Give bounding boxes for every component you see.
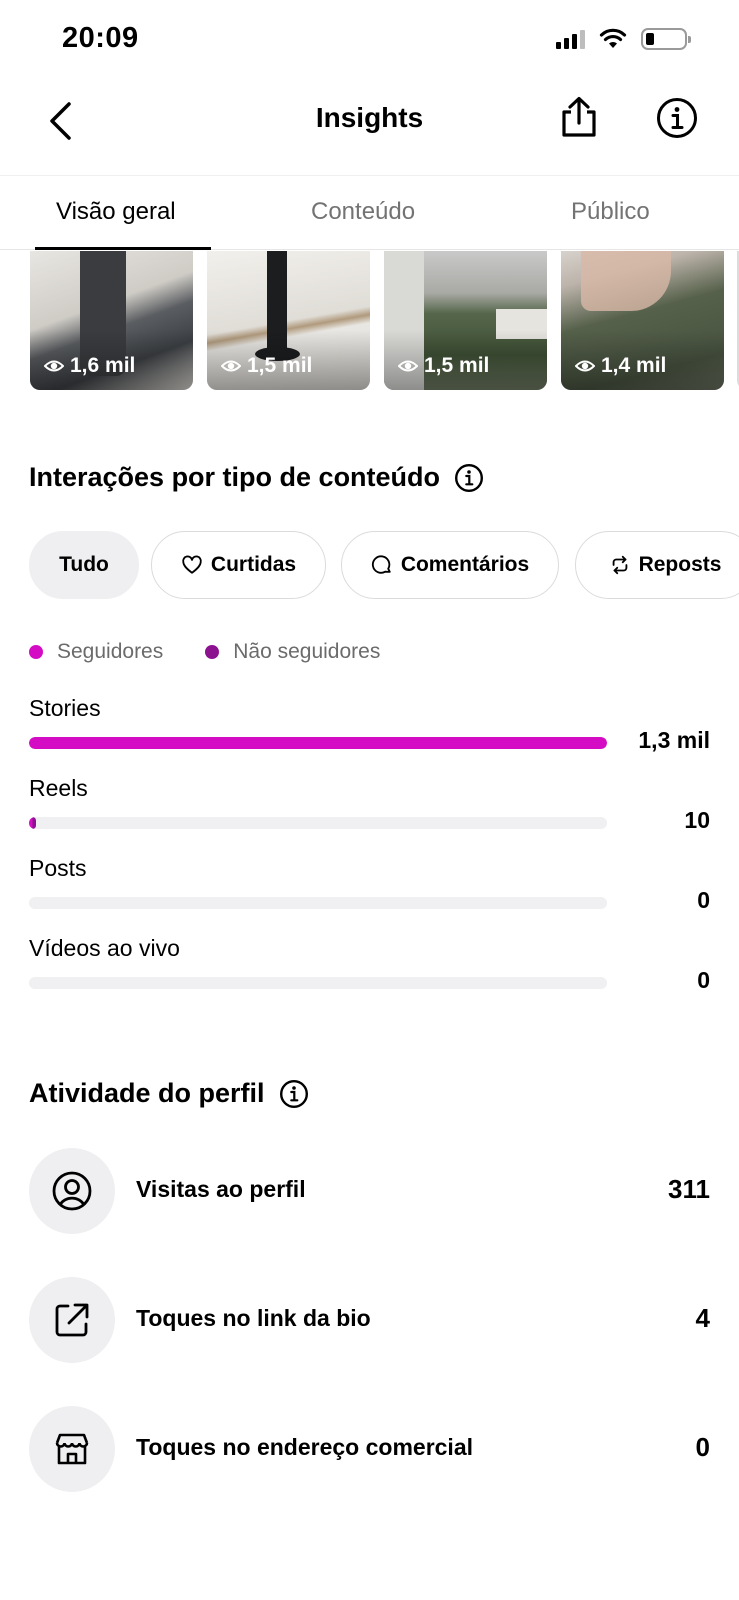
active-tab-indicator bbox=[35, 247, 211, 250]
external-link-icon bbox=[29, 1277, 115, 1363]
bar-track bbox=[29, 977, 607, 989]
storefront-icon bbox=[29, 1406, 115, 1492]
activity-value: 311 bbox=[668, 1174, 710, 1204]
wifi-icon bbox=[599, 28, 627, 48]
info-icon[interactable] bbox=[454, 463, 484, 493]
user-circle-icon bbox=[29, 1148, 115, 1234]
thumbnail-views-value: 1,5 mil bbox=[424, 354, 490, 377]
legend-dot bbox=[29, 645, 43, 659]
content-thumbnail[interactable]: 1,4 mil bbox=[561, 251, 724, 390]
comment-icon bbox=[371, 555, 391, 574]
filter-chip-likes[interactable]: Curtidas bbox=[151, 531, 326, 599]
eye-icon bbox=[44, 360, 64, 372]
repost-icon bbox=[612, 555, 627, 575]
bar-fill bbox=[29, 737, 607, 749]
thumbnail-views-value: 1,6 mil bbox=[70, 354, 136, 377]
interactions-title: Interações por tipo de conteúdo bbox=[29, 462, 441, 492]
header: Insights bbox=[0, 80, 739, 175]
bar-row-stories: Stories 1,3 mil bbox=[29, 695, 710, 775]
legend-item-followers: Seguidores bbox=[29, 640, 163, 664]
content-thumbnails: 1,6 mil 1,5 mil 1,5 mil 1,4 mil bbox=[0, 251, 739, 391]
bar-label: Stories bbox=[29, 695, 101, 721]
bar-value: 1,3 mil bbox=[638, 727, 710, 753]
activity-row-business-address-taps[interactable]: Toques no endereço comercial 0 bbox=[29, 1406, 710, 1492]
signal-icon bbox=[556, 29, 585, 49]
thumbnail-views-value: 1,4 mil bbox=[601, 354, 667, 377]
share-icon bbox=[562, 96, 596, 137]
bar-value: 0 bbox=[697, 887, 710, 913]
status-time: 20:09 bbox=[62, 22, 139, 54]
info-button[interactable] bbox=[652, 93, 702, 143]
thumbnail-views-value: 1,5 mil bbox=[247, 354, 313, 377]
legend-label: Seguidores bbox=[57, 640, 164, 663]
heart-icon bbox=[182, 555, 202, 574]
bar-value: 0 bbox=[697, 967, 710, 993]
info-icon bbox=[657, 98, 697, 138]
activity-label: Toques no endereço comercial bbox=[136, 1434, 474, 1460]
legend-item-non-followers: Não seguidores bbox=[205, 640, 380, 664]
activity-label: Visitas ao perfil bbox=[136, 1176, 306, 1202]
profile-activity-title: Atividade do perfil bbox=[29, 1078, 265, 1108]
chip-label: Tudo bbox=[59, 553, 109, 576]
thumbnail-views: 1,6 mil bbox=[44, 354, 135, 378]
content-thumbnail[interactable]: 1,5 mil bbox=[384, 251, 547, 390]
thumbnail-views: 1,5 mil bbox=[221, 354, 312, 378]
battery-icon bbox=[641, 28, 691, 50]
thumbnail-views: 1,5 mil bbox=[398, 354, 489, 378]
content-thumbnail[interactable]: 1,5 mil bbox=[207, 251, 370, 390]
bar-row-live-videos: Vídeos ao vivo 0 bbox=[29, 935, 710, 1015]
chip-label: Comentários bbox=[400, 553, 530, 576]
thumbnail-views: 1,4 mil bbox=[575, 354, 666, 378]
bar-row-posts: Posts 0 bbox=[29, 855, 710, 935]
activity-value: 4 bbox=[695, 1303, 710, 1333]
bar-track bbox=[29, 817, 607, 829]
interaction-filter-chips: Tudo Curtidas Comentários Reposts bbox=[29, 531, 739, 599]
legend-dot bbox=[205, 645, 220, 659]
activity-value: 0 bbox=[695, 1432, 710, 1462]
bar-row-reels: Reels 10 bbox=[29, 775, 710, 855]
content-thumbnail[interactable]: 1,6 mil bbox=[30, 251, 193, 390]
info-icon[interactable] bbox=[279, 1079, 309, 1109]
tab-overview[interactable]: Visão geral bbox=[56, 198, 176, 226]
share-button[interactable] bbox=[554, 92, 604, 142]
legend-label: Não seguidores bbox=[233, 640, 381, 663]
bar-fill bbox=[29, 817, 36, 829]
bar-track bbox=[29, 737, 607, 749]
status-icons bbox=[556, 28, 691, 50]
tab-content[interactable]: Conteúdo bbox=[311, 198, 415, 226]
activity-row-profile-visits[interactable]: Visitas ao perfil 311 bbox=[29, 1148, 710, 1234]
bar-track bbox=[29, 897, 607, 909]
status-bar: 20:09 bbox=[0, 0, 739, 80]
profile-activity-section-title: Atividade do perfil bbox=[29, 1078, 309, 1109]
tab-bar: Visão geral Conteúdo Público bbox=[0, 175, 739, 250]
bar-label: Vídeos ao vivo bbox=[29, 935, 180, 961]
activity-label: Toques no link da bio bbox=[136, 1305, 371, 1331]
filter-chip-all[interactable]: Tudo bbox=[29, 531, 139, 599]
eye-icon bbox=[398, 360, 418, 372]
activity-row-bio-link-taps[interactable]: Toques no link da bio 4 bbox=[29, 1277, 710, 1363]
chip-label: Reposts bbox=[638, 553, 722, 576]
eye-icon bbox=[221, 360, 241, 372]
chip-label: Curtidas bbox=[210, 553, 297, 576]
interactions-section-title: Interações por tipo de conteúdo bbox=[29, 462, 484, 493]
filter-chip-reposts[interactable]: Reposts bbox=[575, 531, 739, 599]
filter-chip-comments[interactable]: Comentários bbox=[341, 531, 559, 599]
bar-label: Reels bbox=[29, 775, 88, 801]
page-title: Insights bbox=[315, 102, 424, 133]
eye-icon bbox=[575, 360, 595, 372]
bar-label: Posts bbox=[29, 855, 87, 881]
chart-legend: Seguidores Não seguidores bbox=[29, 640, 422, 664]
bar-value: 10 bbox=[684, 807, 710, 833]
tab-audience[interactable]: Público bbox=[571, 198, 650, 226]
